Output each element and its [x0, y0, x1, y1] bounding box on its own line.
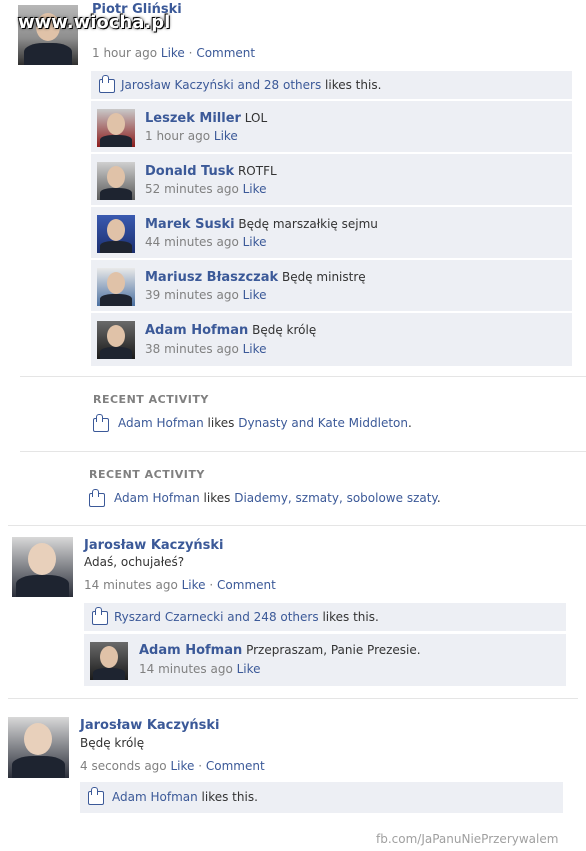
recent-object-link[interactable]: Diademy, szmaty, sobolowe szaty	[234, 491, 437, 505]
comment-text: Przepraszam, Panie Prezesie.	[246, 643, 421, 657]
comment-like-link[interactable]: Like	[243, 235, 267, 249]
post1-meta: 1 hour ago Like · Comment	[92, 46, 255, 60]
post2-likes-box: Ryszard Czarnecki and 248 others likes t…	[84, 603, 566, 631]
divider	[8, 698, 578, 699]
recent-verb: likes	[207, 416, 235, 430]
comment-time[interactable]: 39 minutes ago	[145, 288, 239, 302]
comment-item: Leszek Miller LOL 1 hour ago Like	[91, 101, 572, 152]
comment-item: Adam Hofman Przepraszam, Panie Prezesie.…	[84, 634, 566, 686]
post2-comment-link[interactable]: Comment	[217, 578, 276, 592]
post1-dot: ·	[188, 46, 193, 60]
comment-like-link[interactable]: Like	[243, 342, 267, 356]
comment-author[interactable]: Adam Hofman	[145, 323, 248, 338]
post3-dot: ·	[198, 759, 203, 773]
recent-activity-title: RECENT ACTIVITY	[89, 468, 205, 481]
comment-time[interactable]: 52 minutes ago	[145, 182, 239, 196]
post2-author[interactable]: Jarosław Kaczyński	[84, 538, 224, 553]
avatar-jaroslaw-kaczynski[interactable]	[8, 717, 69, 778]
comment-item: Donald Tusk ROTFL 52 minutes ago Like	[91, 154, 572, 205]
post2-text: Adaś, ochujałeś?	[84, 555, 185, 569]
post1-author[interactable]: Piotr Gliński	[92, 2, 182, 17]
post2-likes-suffix: likes this.	[322, 610, 379, 624]
post3-author[interactable]: Jarosław Kaczyński	[80, 718, 220, 733]
post3-likers-link[interactable]: Adam Hofman	[112, 790, 198, 804]
avatar-jaroslaw-kaczynski[interactable]	[12, 537, 73, 597]
comment-text: Będę ministrę	[282, 270, 366, 284]
comment-text: Będę marszałkię sejmu	[238, 217, 378, 231]
post1-likes-box: Jarosław Kaczyński and 28 others likes t…	[91, 71, 572, 99]
post1-like-link[interactable]: Like	[161, 46, 185, 60]
comment-text: Będę królę	[252, 323, 317, 337]
post3-meta: 4 seconds ago Like · Comment	[80, 759, 265, 773]
like-page-icon	[89, 489, 105, 507]
recent-end: .	[407, 416, 412, 430]
comment-time[interactable]: 1 hour ago	[145, 129, 210, 143]
divider	[20, 451, 586, 452]
post2-dot: ·	[209, 578, 214, 592]
comment-like-link[interactable]: Like	[237, 662, 261, 676]
post2-likers-link[interactable]: Ryszard Czarnecki and 248 others	[114, 610, 319, 624]
footer-credit: fb.com/JaPanuNiePrzerywalem	[376, 832, 559, 846]
comment-author[interactable]: Adam Hofman	[139, 643, 242, 658]
avatar-leszek-miller[interactable]	[97, 109, 135, 147]
comment-time[interactable]: 14 minutes ago	[139, 662, 233, 676]
post3-comment-link[interactable]: Comment	[206, 759, 265, 773]
avatar-mariusz-blaszczak[interactable]	[97, 268, 135, 306]
post1-comment-link[interactable]: Comment	[196, 46, 255, 60]
avatar-adam-hofman[interactable]	[90, 642, 128, 680]
post3-text: Będę królę	[80, 736, 145, 750]
post2-meta: 14 minutes ago Like · Comment	[84, 578, 276, 592]
recent-object-link[interactable]: Dynasty and Kate Middleton	[238, 416, 408, 430]
recent-actor-link[interactable]: Adam Hofman	[114, 491, 200, 505]
comment-text: LOL	[244, 111, 268, 125]
post1-likes-suffix: likes this.	[325, 78, 382, 92]
recent-actor-link[interactable]: Adam Hofman	[118, 416, 204, 430]
comment-time[interactable]: 44 minutes ago	[145, 235, 239, 249]
post1-likers-link[interactable]: Jarosław Kaczyński and 28 others	[121, 78, 321, 92]
comment-item: Marek Suski Będę marszałkię sejmu 44 min…	[91, 207, 572, 258]
like-page-icon	[93, 414, 109, 432]
thumbs-up-icon	[88, 787, 104, 805]
comment-item: Mariusz Błaszczak Będę ministrę 39 minut…	[91, 260, 572, 311]
recent-end: .	[436, 491, 441, 505]
post1-time[interactable]: 1 hour ago	[92, 46, 157, 60]
post2-like-link[interactable]: Like	[182, 578, 206, 592]
comment-author[interactable]: Leszek Miller	[145, 111, 241, 126]
comment-author[interactable]: Marek Suski	[145, 217, 235, 232]
post3-likes-suffix: likes this.	[201, 790, 258, 804]
comment-item: Adam Hofman Będę królę 38 minutes ago Li…	[91, 313, 572, 366]
avatar-marek-suski[interactable]	[97, 215, 135, 253]
avatar-donald-tusk[interactable]	[97, 162, 135, 200]
thumbs-up-icon	[99, 75, 115, 93]
post2-time[interactable]: 14 minutes ago	[84, 578, 178, 592]
comment-author[interactable]: Mariusz Błaszczak	[145, 270, 278, 285]
divider	[20, 376, 586, 377]
avatar-adam-hofman[interactable]	[97, 321, 135, 359]
thumbs-up-icon	[92, 607, 108, 625]
comment-time[interactable]: 38 minutes ago	[145, 342, 239, 356]
post3-time[interactable]: 4 seconds ago	[80, 759, 167, 773]
comment-text: ROTFL	[237, 164, 277, 178]
post3-like-link[interactable]: Like	[170, 759, 194, 773]
comment-like-link[interactable]: Like	[243, 288, 267, 302]
recent-verb: likes	[203, 491, 231, 505]
comment-author[interactable]: Donald Tusk	[145, 164, 234, 179]
comment-like-link[interactable]: Like	[243, 182, 267, 196]
comment-like-link[interactable]: Like	[214, 129, 238, 143]
post3-likes-box: Adam Hofman likes this.	[80, 782, 563, 813]
divider	[8, 525, 586, 526]
recent-activity-title: RECENT ACTIVITY	[93, 393, 209, 406]
